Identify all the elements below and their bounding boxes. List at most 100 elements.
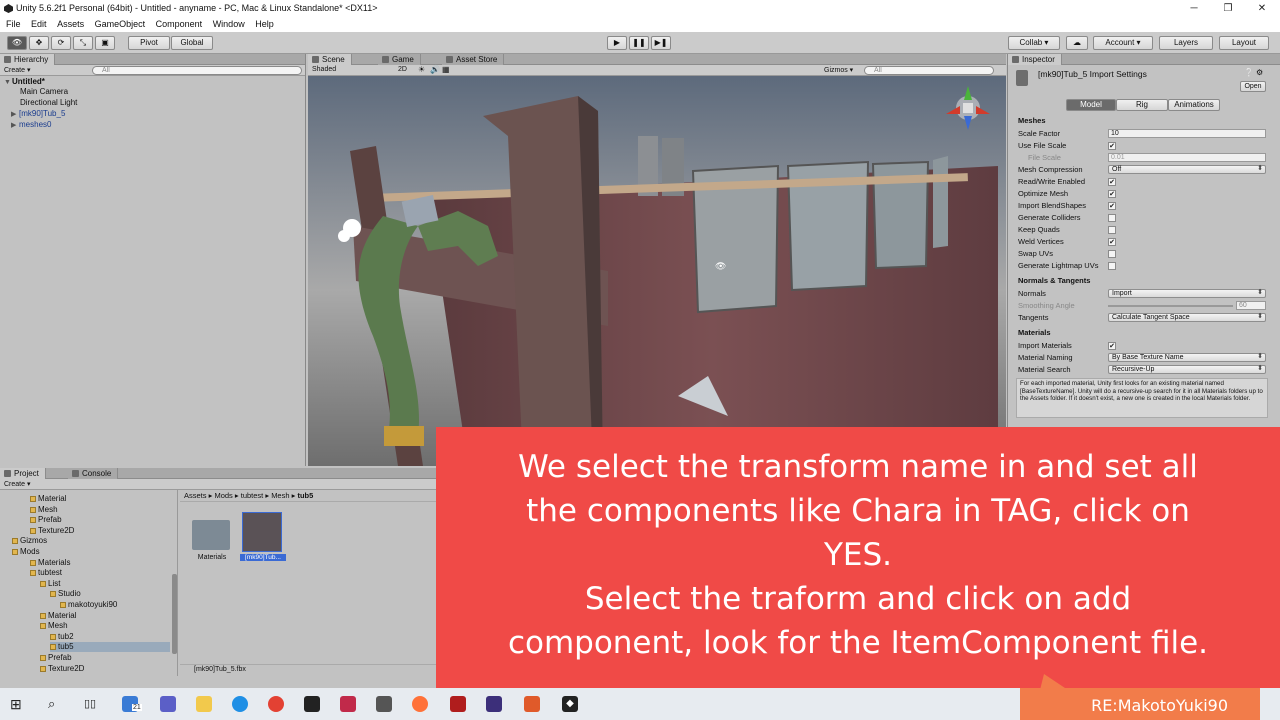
normals-dropdown[interactable]: Import [1108, 289, 1266, 298]
tab-scene[interactable]: Scene [308, 54, 352, 65]
project-tree-item[interactable]: tub2 [50, 632, 74, 642]
unity-taskbar-icon[interactable]: ◆ [562, 696, 578, 712]
minimize-button[interactable]: ─ [1177, 0, 1211, 17]
crumb-tubtest[interactable]: tubtest [241, 491, 264, 500]
project-tree-item[interactable]: makotoyuki90 [60, 600, 117, 610]
tab-asset-store[interactable]: Asset Store [442, 54, 505, 65]
maximize-button[interactable]: ❐ [1211, 0, 1245, 17]
hierarchy-create-button[interactable]: Create ▾ [4, 66, 30, 74]
inspector-row-dropdown[interactable]: Off [1108, 165, 1266, 174]
material-search-dropdown[interactable]: Recursive-Up [1108, 365, 1266, 374]
import-materials-checkbox[interactable]: ✔ [1108, 342, 1116, 350]
menu-component[interactable]: Component [156, 19, 203, 29]
pivot-toggle[interactable]: Pivot [128, 36, 170, 50]
project-tree-item[interactable]: Prefab [40, 653, 72, 663]
inspector-row-checkbox[interactable]: ✔ [1108, 202, 1116, 210]
gizmos-dropdown[interactable]: Gizmos ▾ [824, 66, 853, 74]
project-tree-item[interactable]: Materials [30, 558, 70, 568]
hierarchy-item-tub[interactable]: ▶ [mk90]Tub_5 [11, 109, 65, 119]
layers-dropdown[interactable]: Layers [1159, 36, 1213, 50]
inspector-row-field[interactable]: 0.01 [1108, 153, 1266, 162]
inspector-row-checkbox[interactable] [1108, 226, 1116, 234]
app-icon-4[interactable] [450, 696, 466, 712]
help-icon[interactable]: ❔ [1244, 68, 1254, 77]
tab-inspector[interactable]: Inspector [1008, 54, 1062, 65]
app-icon-3[interactable] [376, 696, 392, 712]
tab-rig[interactable]: Rig [1116, 99, 1168, 111]
inspector-row-checkbox[interactable]: ✔ [1108, 238, 1116, 246]
asset-materials-folder[interactable]: Materials [192, 516, 232, 562]
inspector-row-field[interactable]: 10 [1108, 129, 1266, 138]
chrome-icon[interactable] [268, 696, 284, 712]
crumb-tub5[interactable]: tub5 [297, 491, 313, 500]
close-button[interactable]: ✕ [1245, 0, 1279, 17]
menu-help[interactable]: Help [255, 19, 274, 29]
firefox-icon[interactable] [412, 696, 428, 712]
inspector-row-checkbox[interactable]: ✔ [1108, 190, 1116, 198]
project-tree-item[interactable]: Gizmos [12, 536, 47, 546]
cloud-icon[interactable]: ☁ [1066, 36, 1088, 50]
asset-tub-model[interactable]: [mk90]Tub... [240, 512, 286, 564]
tab-game[interactable]: Game [378, 54, 421, 65]
hierarchy-item-meshes[interactable]: ▶ meshes0 [11, 120, 51, 130]
tree-scrollbar[interactable] [172, 574, 177, 654]
audio-icon[interactable]: 🔊 [430, 65, 440, 74]
inspector-row-checkbox[interactable] [1108, 250, 1116, 258]
tab-project[interactable]: Project [0, 468, 46, 479]
file-explorer-icon[interactable] [196, 696, 212, 712]
scene-view[interactable]: Scene Game Asset Store Shaded 2D ☀ 🔊 ▦ G… [308, 54, 1006, 466]
menu-gameobject[interactable]: GameObject [95, 19, 146, 29]
search-icon[interactable]: ⌕ [48, 696, 64, 712]
tangents-dropdown[interactable]: Calculate Tangent Space [1108, 313, 1266, 322]
lighting-icon[interactable]: ☀ [418, 65, 425, 74]
project-tree-item[interactable]: Texture2D [40, 664, 84, 674]
project-tree-item[interactable]: Mesh [30, 505, 58, 515]
project-create-button[interactable]: Create ▾ [4, 480, 30, 488]
app-icon-2[interactable] [340, 696, 356, 712]
shading-dropdown[interactable]: Shaded [312, 66, 392, 73]
rotate-tool-icon[interactable]: ⟳ [51, 36, 71, 50]
crumb-mesh[interactable]: Mesh [271, 491, 289, 500]
project-tree-item[interactable]: Material [40, 611, 76, 621]
hierarchy-search-input[interactable]: All [92, 66, 302, 75]
tab-animations[interactable]: Animations [1168, 99, 1220, 111]
project-tree-item[interactable]: tub5 [50, 642, 170, 653]
global-toggle[interactable]: Global [171, 36, 213, 50]
open-button[interactable]: Open [1240, 81, 1266, 92]
project-tree-item[interactable]: tubtest [30, 568, 62, 578]
smoothing-value[interactable]: 60 [1236, 301, 1266, 310]
project-tree-item[interactable]: Texture2D [30, 526, 74, 536]
layout-dropdown[interactable]: Layout [1219, 36, 1269, 50]
inspector-row-checkbox[interactable]: ✔ [1108, 142, 1116, 150]
crumb-mods[interactable]: Mods [214, 491, 232, 500]
pause-button[interactable]: ❚❚ [629, 36, 649, 50]
app-icon-6[interactable] [524, 696, 540, 712]
menu-file[interactable]: File [6, 19, 21, 29]
hand-tool-icon[interactable]: 👁 [7, 36, 27, 50]
inspector-row-checkbox[interactable] [1108, 262, 1116, 270]
windows-start-icon[interactable]: ⊞ [10, 696, 26, 712]
project-tree-item[interactable]: Material [30, 494, 66, 504]
menu-window[interactable]: Window [213, 19, 245, 29]
news-widget-icon[interactable]: 21 [122, 696, 142, 712]
inspector-row-checkbox[interactable]: ✔ [1108, 178, 1116, 186]
project-tree-item[interactable]: Mesh [40, 621, 68, 631]
collab-dropdown[interactable]: Collab ▾ [1008, 36, 1060, 50]
hierarchy-item-light[interactable]: Directional Light [20, 98, 77, 108]
tab-hierarchy[interactable]: Hierarchy [0, 54, 56, 65]
rect-tool-icon[interactable]: ▣ [95, 36, 115, 50]
move-tool-icon[interactable]: ✥ [29, 36, 49, 50]
project-tree-item[interactable]: List [40, 579, 60, 589]
task-view-icon[interactable]: ▯▯ [84, 696, 100, 712]
crumb-assets[interactable]: Assets [184, 491, 207, 500]
scene-root[interactable]: ▼Untitled* [4, 77, 45, 87]
edge-icon[interactable] [232, 696, 248, 712]
app-icon-5[interactable] [486, 696, 502, 712]
play-button[interactable]: ▶ [607, 36, 627, 50]
app-icon-1[interactable] [304, 696, 320, 712]
menu-edit[interactable]: Edit [31, 19, 47, 29]
effects-icon[interactable]: ▦ [442, 65, 450, 74]
store-icon[interactable] [160, 696, 176, 712]
inspector-row-checkbox[interactable] [1108, 214, 1116, 222]
tab-console[interactable]: Console [68, 468, 119, 479]
